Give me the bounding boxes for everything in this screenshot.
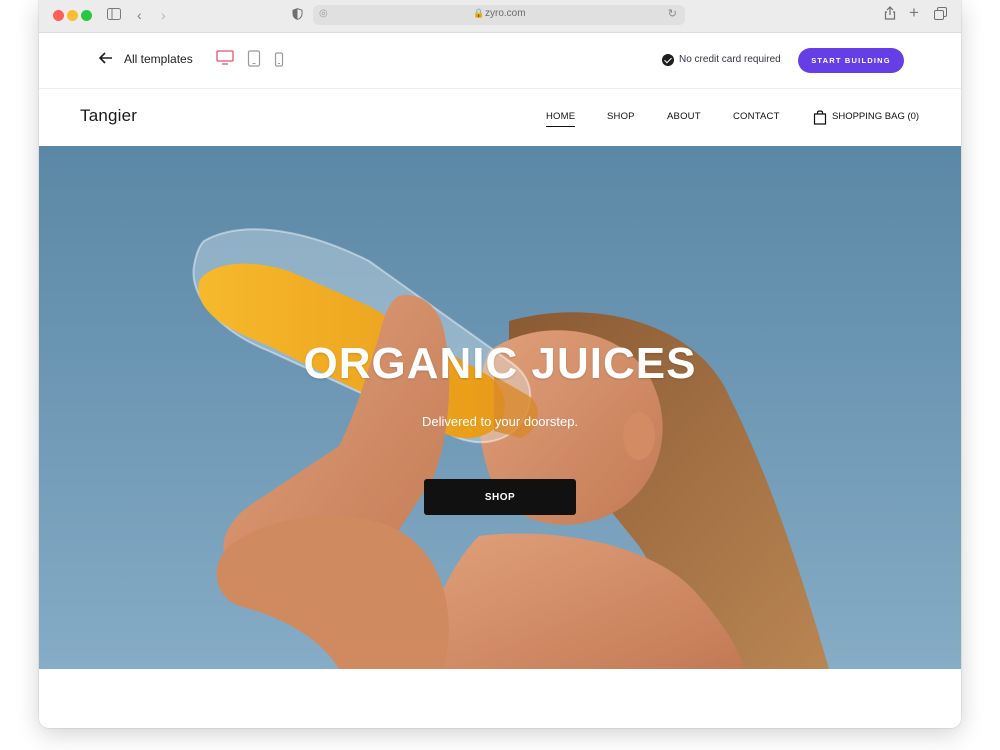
site-settings-icon[interactable]: ◎ <box>319 8 328 19</box>
privacy-shield-icon[interactable] <box>292 6 303 24</box>
desktop-view-icon[interactable] <box>216 50 234 66</box>
back-arrow-icon[interactable] <box>97 49 115 67</box>
hero-title: ORGANIC JUICES <box>303 339 697 388</box>
all-templates-link[interactable]: All templates <box>124 52 193 66</box>
nav-shop[interactable]: SHOP <box>607 111 635 122</box>
back-nav-icon[interactable]: ‹ <box>137 6 142 24</box>
tab-overview-icon[interactable] <box>934 6 947 24</box>
address-bar[interactable]: ◎ 🔒 zyro.com ↻ <box>313 5 685 25</box>
nav-contact[interactable]: CONTACT <box>733 111 780 122</box>
shopping-bag-link[interactable]: SHOPPING BAG (0) <box>832 111 919 122</box>
lock-icon: 🔒 <box>473 8 485 18</box>
nav-home[interactable]: HOME <box>546 111 576 127</box>
shopping-bag-icon[interactable] <box>813 109 827 125</box>
check-circle-icon <box>662 54 674 66</box>
forward-nav-icon[interactable]: › <box>161 6 166 24</box>
hero-subtitle: Delivered to your doorstep. <box>421 414 579 429</box>
sidebar-toggle-icon[interactable] <box>107 6 121 24</box>
template-preview-bar: All templates No credit card required ST… <box>39 33 961 89</box>
url-text: zyro.com <box>485 8 526 19</box>
hero-photo <box>192 228 829 669</box>
no-credit-card-note: No credit card required <box>679 54 781 65</box>
tablet-view-icon[interactable] <box>247 50 261 67</box>
zoom-window-button[interactable] <box>81 10 92 21</box>
minimize-window-button[interactable] <box>67 10 78 21</box>
close-window-button[interactable] <box>53 10 64 21</box>
browser-window: ‹ › ◎ 🔒 zyro.com ↻ + All templates No cr… <box>39 0 961 728</box>
reload-icon[interactable]: ↻ <box>668 7 677 20</box>
nav-about[interactable]: ABOUT <box>667 111 701 122</box>
share-icon[interactable] <box>884 6 896 24</box>
hero-shop-button[interactable]: SHOP <box>424 479 576 515</box>
site-header: Tangier HOME SHOP ABOUT CONTACT SHOPPING… <box>39 89 961 146</box>
browser-toolbar: ‹ › ◎ 🔒 zyro.com ↻ + <box>39 0 961 33</box>
site-logo[interactable]: Tangier <box>80 106 137 126</box>
new-tab-icon[interactable]: + <box>909 4 919 22</box>
hero-section: ORGANIC JUICES Delivered to your doorste… <box>39 146 961 669</box>
start-building-button[interactable]: START BUILDING <box>798 48 904 73</box>
mobile-view-icon[interactable] <box>274 52 284 67</box>
